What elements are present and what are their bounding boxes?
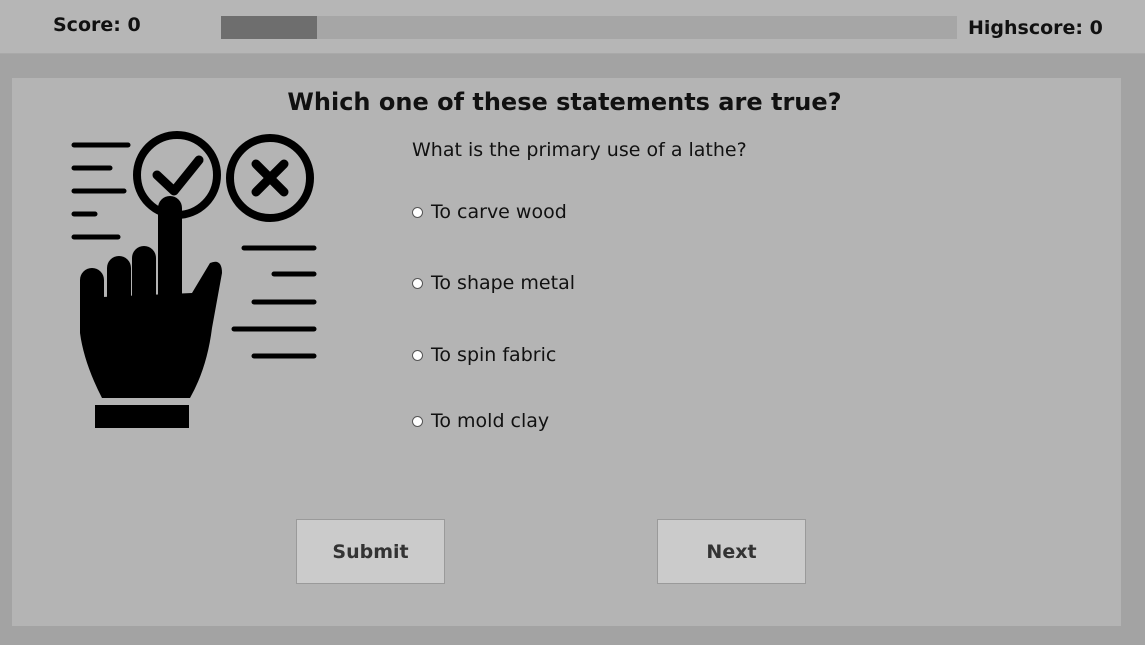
submit-button[interactable]: Submit — [296, 519, 445, 584]
option-shape-metal[interactable]: To shape metal — [412, 272, 575, 294]
question-text: What is the primary use of a lathe? — [412, 139, 747, 161]
option-label: To carve wood — [431, 201, 567, 223]
score-label: Score: 0 — [53, 14, 141, 36]
progress-bar — [221, 16, 957, 39]
radio-button[interactable] — [412, 277, 423, 289]
progress-bar-fill — [221, 16, 317, 39]
hand-selecting-checkmark-icon — [71, 131, 317, 428]
option-spin-fabric[interactable]: To spin fabric — [412, 344, 556, 366]
highscore-label: Highscore: 0 — [968, 17, 1103, 39]
question-title: Which one of these statements are true? — [287, 88, 842, 116]
radio-button[interactable] — [412, 206, 423, 218]
option-label: To spin fabric — [431, 344, 557, 366]
radio-button[interactable] — [412, 415, 423, 427]
option-mold-clay[interactable]: To mold clay — [412, 410, 549, 432]
option-carve-wood[interactable]: To carve wood — [412, 201, 567, 223]
quiz-card: Which one of these statements are true? — [12, 78, 1121, 626]
top-bar: Score: 0 Highscore: 0 — [0, 0, 1145, 54]
radio-button[interactable] — [412, 349, 423, 361]
next-button[interactable]: Next — [657, 519, 806, 584]
option-label: To mold clay — [431, 410, 550, 432]
option-label: To shape metal — [431, 272, 575, 294]
